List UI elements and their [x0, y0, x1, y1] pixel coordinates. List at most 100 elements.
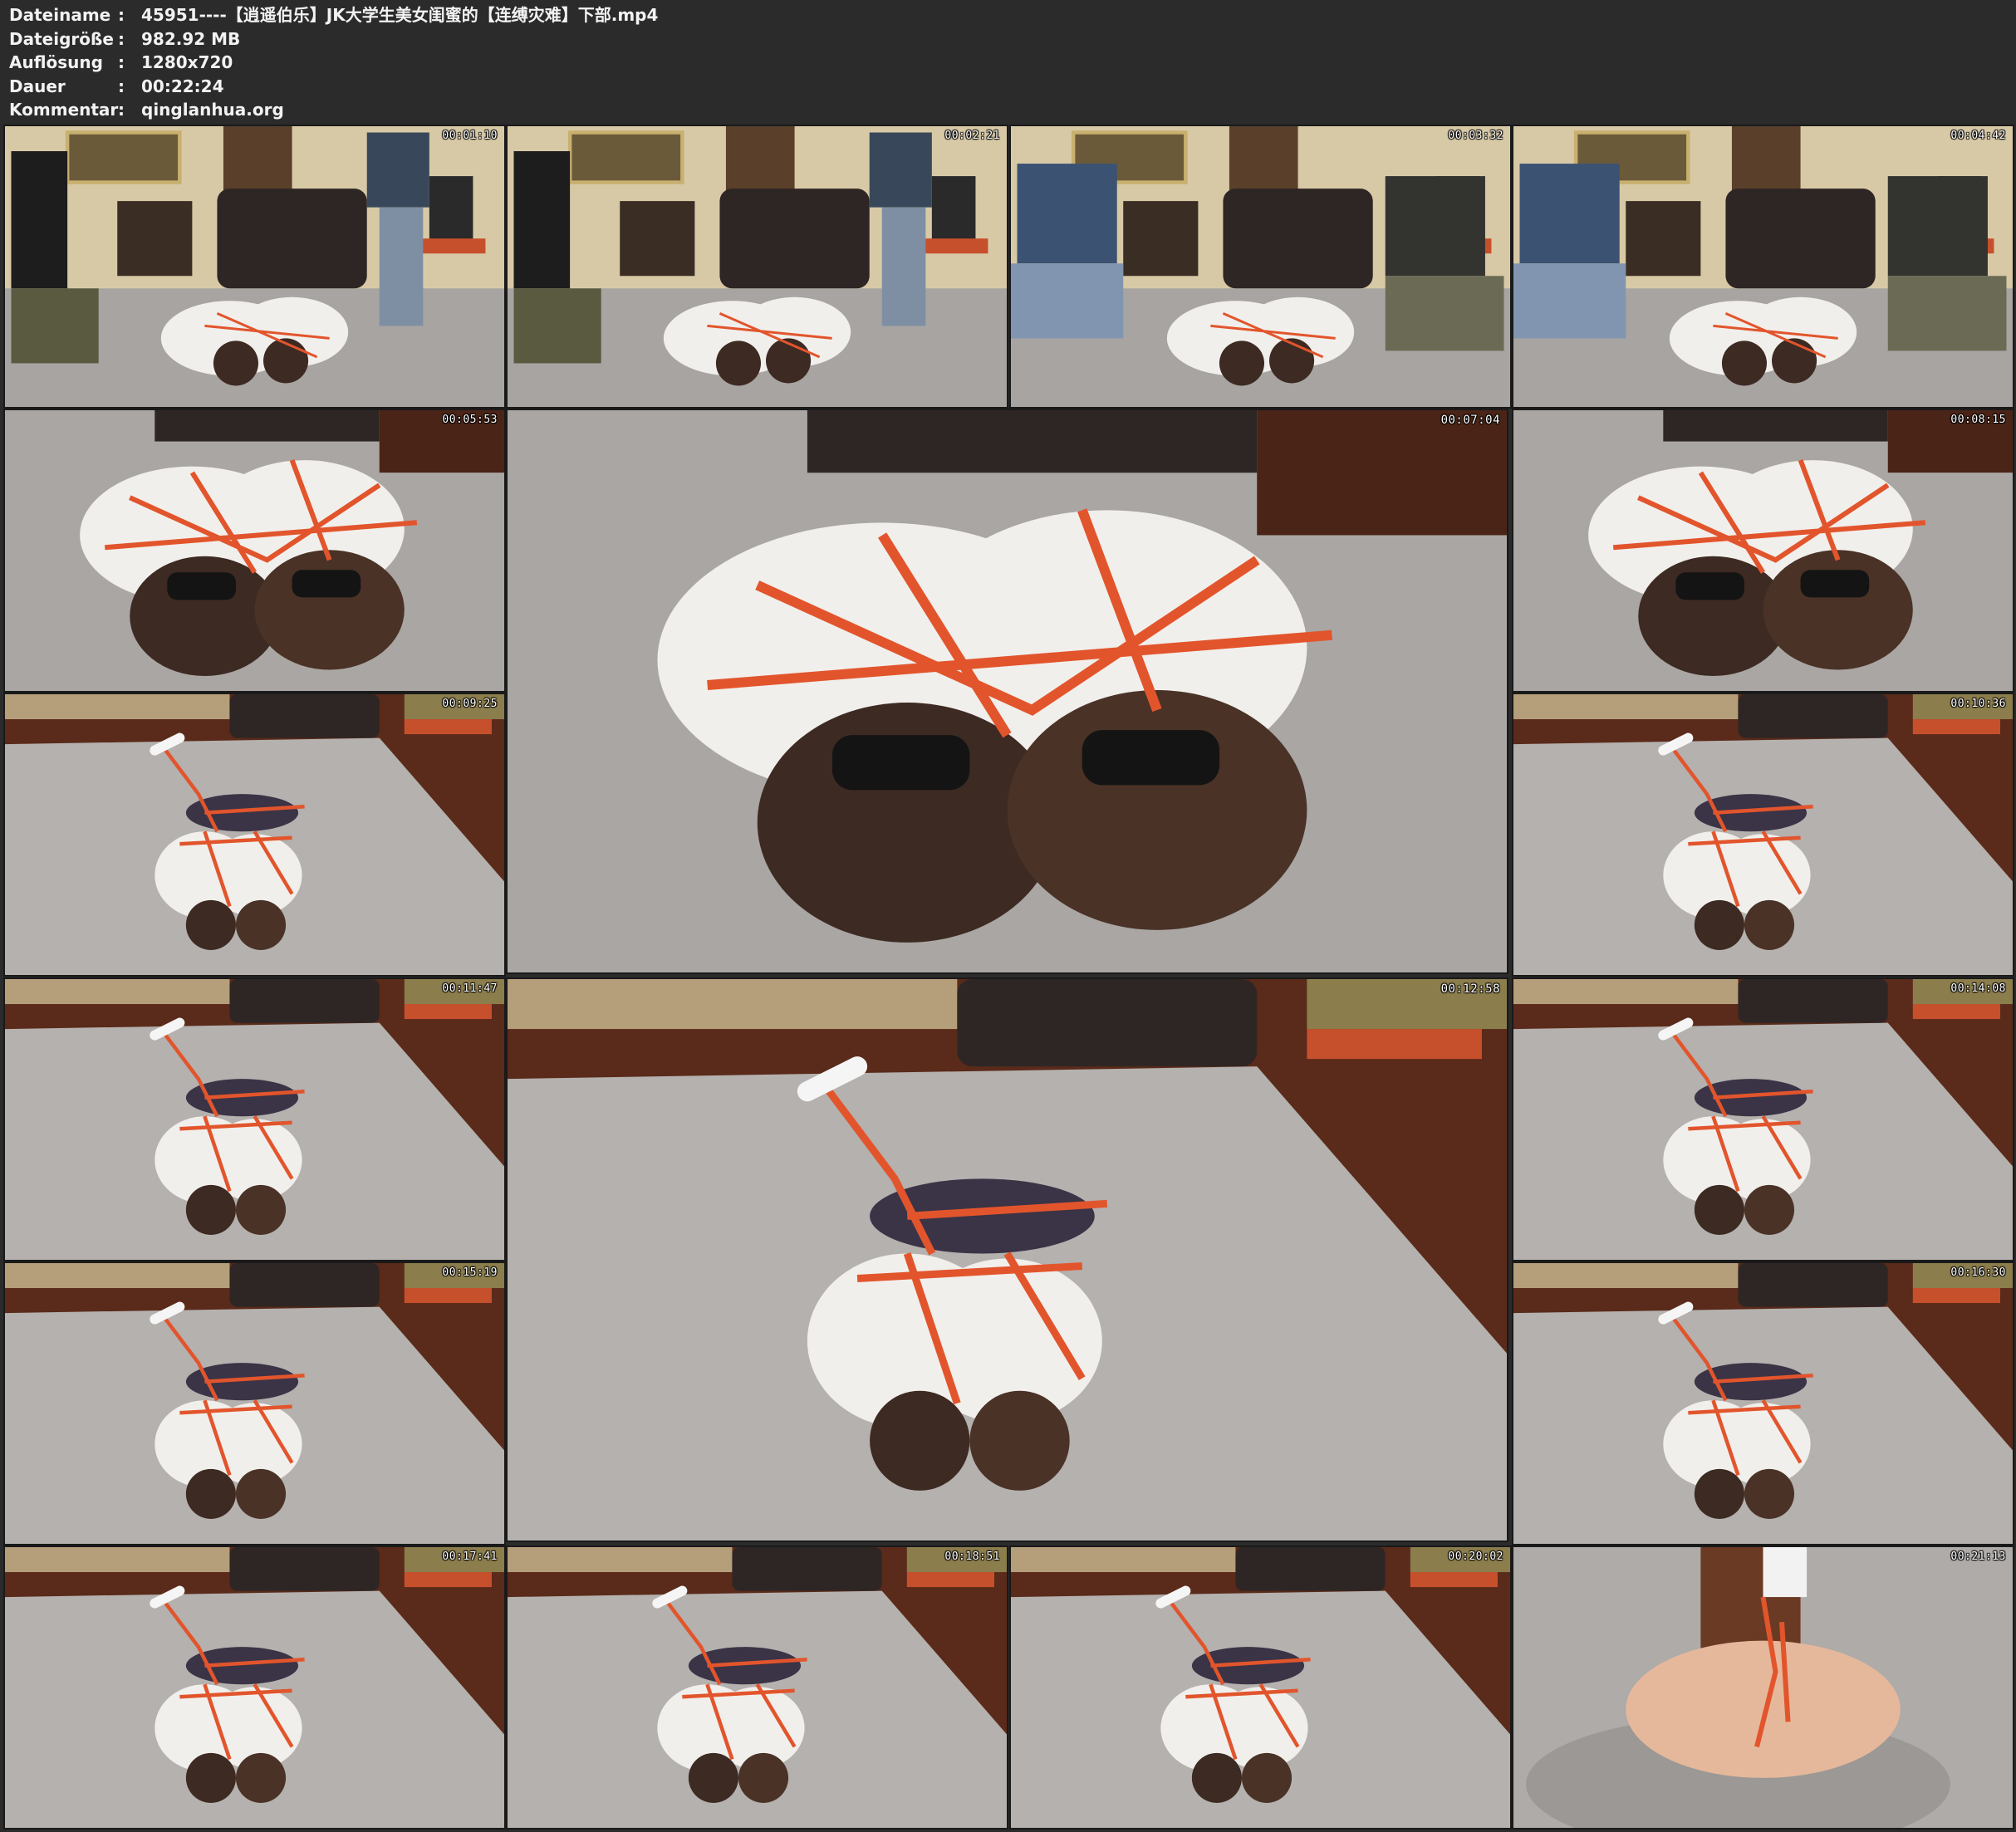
separator: :	[118, 52, 125, 72]
figure-head	[715, 340, 762, 386]
filesize-value: 982.92 MB	[141, 28, 241, 49]
person-left	[513, 151, 571, 289]
duration-value: 00:22:24	[141, 76, 224, 96]
person-right-legs	[379, 207, 424, 326]
figure-head	[185, 1468, 236, 1519]
sofa	[1235, 1547, 1386, 1591]
resolution-value: 1280x720	[141, 52, 233, 72]
figure-head	[235, 1752, 287, 1803]
video-thumbnail[interactable]: 00:04:42	[1512, 125, 2014, 409]
sofa	[1738, 979, 1888, 1023]
figure-head	[1763, 550, 1913, 670]
shelf	[5, 979, 230, 1005]
armchair	[719, 189, 870, 289]
sofa	[1663, 410, 1888, 442]
chair-seat	[1912, 719, 2000, 735]
sofa	[229, 1263, 380, 1307]
thumbnail-image	[1513, 1547, 2013, 1828]
figure-head	[235, 1468, 287, 1519]
bookshelf	[725, 126, 795, 195]
person-right	[366, 132, 429, 208]
filename-label: Dateiname	[9, 5, 111, 25]
chair-seat	[1912, 1288, 2000, 1304]
video-thumbnail[interactable]: 00:08:15	[1512, 409, 2014, 693]
thumbnail-image	[508, 979, 1507, 1541]
thumbnail-image	[508, 1547, 1007, 1828]
video-thumbnail[interactable]: 00:16:30	[1512, 1261, 2014, 1545]
sofa	[229, 979, 380, 1023]
figure-head	[235, 1184, 287, 1235]
video-thumbnail[interactable]: 00:12:58	[506, 977, 1508, 1542]
resolution-row: Auflösung : 1280x720	[9, 51, 658, 75]
video-thumbnail[interactable]: 00:01:10	[3, 125, 506, 409]
person-right-legs	[1385, 276, 1504, 351]
video-thumbnail[interactable]: 00:10:36	[1512, 693, 2014, 977]
thumbnail-image	[508, 126, 1007, 407]
sofa	[1738, 1263, 1888, 1307]
video-thumbnail[interactable]: 00:05:53	[3, 409, 506, 693]
timestamp: 00:10:36	[1950, 698, 2006, 710]
video-thumbnail[interactable]: 00:02:21	[506, 125, 1008, 409]
thumbnail-image	[1513, 979, 2013, 1260]
thumbnail-image	[5, 1547, 504, 1828]
filename-value: 45951----【逍遥伯乐】JK大学生美女闺蜜的【连缚灾难】下部.mp4	[141, 5, 659, 25]
thumbnail-image	[1513, 694, 2013, 975]
chair-seat	[906, 1572, 994, 1588]
figure-head	[1241, 1752, 1292, 1803]
figure-head	[235, 899, 287, 950]
figure-head	[213, 340, 259, 386]
person-left-legs	[1513, 263, 1626, 339]
chair-seat	[404, 1288, 492, 1304]
floor-wood	[1257, 410, 1507, 536]
video-thumbnail[interactable]: 00:14:08	[1512, 977, 2014, 1261]
separator: :	[118, 28, 125, 49]
person-right	[1887, 176, 1988, 277]
video-thumbnail[interactable]: 00:09:25	[3, 693, 506, 977]
figure-head	[688, 1752, 738, 1803]
figure-head	[870, 1390, 970, 1491]
timestamp: 00:07:04	[1440, 414, 1500, 427]
person-left-legs	[513, 288, 601, 364]
thumbnail-image	[5, 1263, 504, 1544]
fireplace	[1123, 201, 1199, 277]
chair-seat	[404, 719, 492, 735]
timestamp: 00:02:21	[944, 130, 1000, 142]
bookshelf	[223, 126, 292, 195]
chair-seat	[919, 238, 988, 254]
timestamp: 00:18:51	[944, 1550, 1000, 1563]
blindfold	[167, 572, 236, 600]
chair-seat	[416, 238, 486, 254]
painting	[65, 130, 182, 184]
timestamp: 00:12:58	[1440, 982, 1500, 996]
shelf	[508, 979, 958, 1030]
thumbnail-image	[5, 979, 504, 1260]
figure-head	[1744, 1468, 1795, 1519]
figure-head	[185, 1184, 236, 1235]
chair-seat	[404, 1572, 492, 1588]
video-thumbnail[interactable]: 00:18:51	[506, 1545, 1008, 1830]
video-thumbnail[interactable]: 00:21:13	[1512, 1545, 2014, 1830]
video-thumbnail[interactable]: 00:20:02	[1009, 1545, 1512, 1830]
armchair	[1725, 189, 1876, 289]
video-thumbnail[interactable]: 00:15:19	[3, 1261, 506, 1545]
cloth	[1763, 1547, 1808, 1598]
figure-head	[1694, 1184, 1744, 1235]
person-right-legs	[881, 207, 926, 326]
figure-head	[1007, 689, 1307, 930]
figure-head	[1269, 338, 1315, 384]
thumbnail-image	[1513, 1263, 2013, 1544]
video-thumbnail[interactable]: 00:07:04	[506, 409, 1508, 974]
shelf	[5, 1547, 230, 1573]
video-thumbnail[interactable]: 00:17:41	[3, 1545, 506, 1830]
video-thumbnail[interactable]: 00:03:32	[1009, 125, 1512, 409]
person-left-legs	[11, 288, 99, 364]
figure-head	[1191, 1752, 1242, 1803]
figure-head	[1744, 899, 1795, 950]
timestamp: 00:03:32	[1448, 130, 1503, 142]
chair-seat	[1912, 1004, 2000, 1020]
figure-head	[1744, 1184, 1795, 1235]
timestamp: 00:20:02	[1448, 1550, 1503, 1563]
sofa	[155, 410, 380, 442]
blindfold	[292, 570, 361, 598]
video-thumbnail[interactable]: 00:11:47	[3, 977, 506, 1261]
